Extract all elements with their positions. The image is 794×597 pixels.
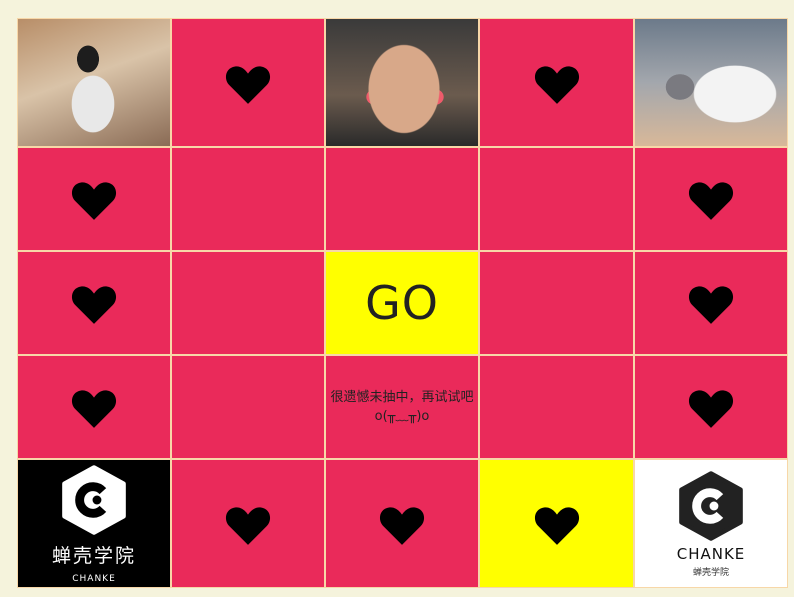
prize-cell-logo-white: CHANKE 蝉壳学院	[634, 459, 788, 588]
heart-icon	[71, 286, 117, 324]
logo-english-name: CHANKE	[72, 574, 116, 584]
logo-english-name: CHANKE	[676, 545, 746, 563]
prize-cell-heart	[17, 251, 171, 355]
result-message-cell: 很遗憾未抽中，再试试吧o(╥﹏╥)o	[325, 355, 479, 459]
board-center-area	[171, 147, 325, 251]
prize-cell-heart	[634, 251, 788, 355]
prize-cell-photo-desk	[17, 18, 171, 147]
chanke-logo-icon	[679, 471, 743, 541]
prize-cell-logo-black: 蝉壳学院 CHANKE	[17, 459, 171, 588]
prize-cell-heart	[634, 355, 788, 459]
photo-sleeping-cat	[635, 19, 787, 146]
prize-cell-photo-cat	[634, 18, 788, 147]
chanke-logo-icon	[62, 465, 126, 535]
prize-cell-heart	[171, 18, 325, 147]
heart-icon	[534, 65, 579, 104]
lottery-board: GO 很遗憾未抽中，再试试吧o(╥﹏╥)o 蝉壳学院 CHANKE CHANKE…	[17, 18, 790, 591]
board-center-area	[171, 251, 325, 355]
prize-cell-photo-face	[325, 18, 479, 147]
go-button[interactable]: GO	[325, 251, 479, 355]
heart-icon	[688, 182, 734, 220]
heart-icon	[379, 506, 425, 545]
prize-cell-heart-active	[479, 459, 634, 588]
heart-icon	[225, 506, 271, 545]
prize-cell-heart	[171, 459, 325, 588]
logo-chinese-name: 蝉壳学院	[692, 568, 729, 578]
board-center-area	[325, 147, 479, 251]
heart-icon	[534, 506, 579, 545]
photo-funny-face	[326, 19, 478, 146]
prize-cell-heart	[325, 459, 479, 588]
prize-cell-heart	[479, 18, 634, 147]
go-label: GO	[365, 276, 439, 330]
prize-cell-heart	[17, 355, 171, 459]
board-center-area	[479, 355, 634, 459]
heart-icon	[71, 182, 117, 220]
board-center-area	[479, 147, 634, 251]
heart-icon	[225, 65, 271, 104]
heart-icon	[71, 390, 117, 428]
board-center-area	[479, 251, 634, 355]
prize-cell-heart	[17, 147, 171, 251]
heart-icon	[688, 286, 734, 324]
board-center-area	[171, 355, 325, 459]
photo-woman-laptop	[18, 19, 170, 146]
heart-icon	[688, 390, 734, 428]
result-message: 很遗憾未抽中，再试试吧o(╥﹏╥)o	[330, 390, 474, 424]
logo-chinese-name: 蝉壳学院	[51, 545, 136, 567]
prize-cell-heart	[634, 147, 788, 251]
